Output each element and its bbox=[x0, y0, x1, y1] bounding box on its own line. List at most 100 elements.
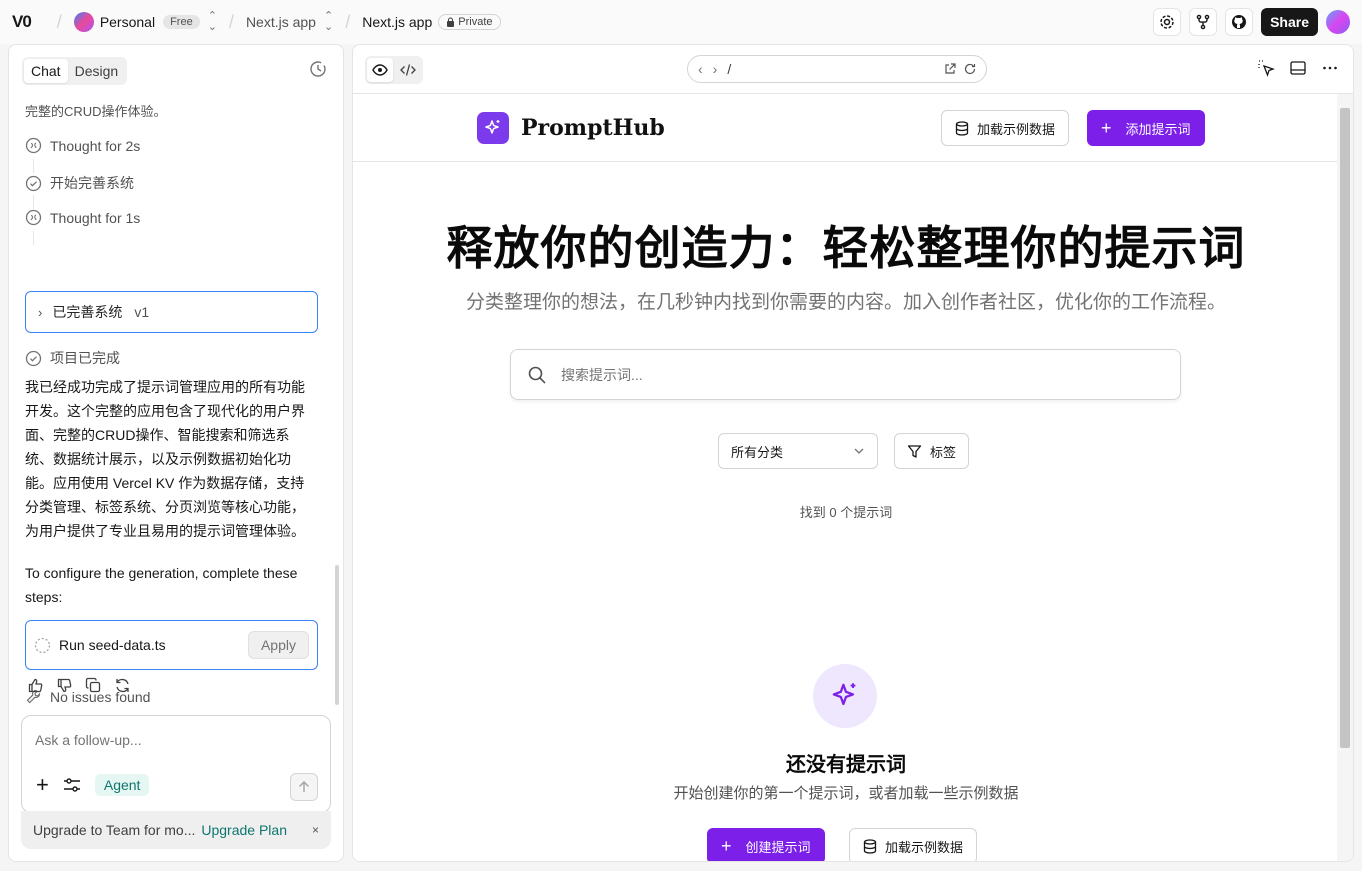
database-icon bbox=[863, 838, 877, 854]
upgrade-plan-link[interactable]: Upgrade Plan bbox=[201, 822, 287, 838]
upgrade-text: Upgrade to Team for mo... bbox=[33, 822, 196, 838]
chat-title[interactable]: Next.js app Private bbox=[362, 14, 501, 30]
scrollbar-thumb[interactable] bbox=[1340, 108, 1350, 748]
version-block-label: 已完善系统 bbox=[52, 304, 123, 320]
step-label: Thought for 1s bbox=[50, 209, 141, 226]
app-header: PromptHub 加载示例数据 + 添加提示词 bbox=[353, 94, 1339, 162]
step-start: 开始完善系统 bbox=[25, 173, 134, 193]
git-fork-icon bbox=[1196, 14, 1210, 30]
load-sample-label: 加载示例数据 bbox=[977, 121, 1056, 137]
create-prompt-label: 创建提示词 bbox=[745, 839, 811, 855]
regenerate-icon[interactable] bbox=[114, 677, 131, 694]
select-element-icon[interactable] bbox=[1257, 59, 1275, 77]
plan-badge: Free bbox=[163, 15, 200, 29]
step-thought-1s[interactable]: Thought for 1s bbox=[25, 209, 140, 226]
v0-logo[interactable]: V0 bbox=[12, 12, 32, 32]
url-path[interactable]: / bbox=[727, 61, 731, 77]
close-icon[interactable]: × bbox=[312, 823, 319, 837]
project-name: Next.js app bbox=[245, 14, 316, 30]
tab-design[interactable]: Design bbox=[68, 59, 126, 83]
divider: / bbox=[345, 11, 351, 32]
check-circle-icon bbox=[25, 350, 42, 366]
apply-button[interactable]: Apply bbox=[247, 631, 309, 659]
share-button[interactable]: Share bbox=[1261, 8, 1318, 36]
version-block[interactable]: › 已完善系统 v1 bbox=[25, 291, 318, 333]
refresh-icon[interactable] bbox=[964, 63, 976, 75]
visibility-label: Private bbox=[458, 16, 493, 28]
panel-tabs: Chat Design bbox=[22, 57, 128, 85]
add-prompt-button[interactable]: + 添加提示词 bbox=[1087, 110, 1205, 146]
code-mode-button[interactable] bbox=[395, 58, 421, 82]
arrow-up-icon bbox=[299, 781, 309, 792]
history-clock-icon bbox=[310, 61, 326, 77]
user-avatar[interactable] bbox=[1326, 10, 1350, 34]
hero-title: 释放你的创造力：轻松整理你的提示词 bbox=[446, 222, 1246, 274]
message-actions bbox=[27, 677, 131, 694]
app-preview[interactable]: PromptHub 加载示例数据 + 添加提示词 释放你的创造力：轻松整理你的提… bbox=[353, 94, 1339, 861]
agent-mode-toggle[interactable]: Agent bbox=[94, 774, 150, 796]
divider: / bbox=[56, 11, 62, 32]
chat-scrollbar[interactable] bbox=[335, 565, 339, 705]
empty-state-subtitle: 开始创建你的第一个提示词，或者加载一些示例数据 bbox=[673, 785, 1019, 802]
chevron-updown-icon: ⌃ ⌄ bbox=[323, 10, 334, 33]
divider: / bbox=[228, 11, 234, 32]
lock-icon bbox=[447, 17, 455, 27]
chat-title-text: Next.js app bbox=[362, 14, 433, 30]
category-value: 所有分类 bbox=[731, 444, 784, 460]
thumbs-up-icon[interactable] bbox=[27, 677, 44, 694]
pending-circle-icon bbox=[34, 637, 51, 653]
configure-text: To configure the generation, complete th… bbox=[25, 565, 298, 605]
project-switcher[interactable]: Next.js app ⌃ ⌄ bbox=[246, 11, 333, 33]
assistant-summary: 我已经成功完成了提示词管理应用的所有功能开发。这个完整的应用包含了现代化的用户界… bbox=[25, 379, 305, 539]
create-prompt-button[interactable]: + 创建提示词 bbox=[707, 828, 825, 861]
back-icon[interactable]: ‹ bbox=[698, 61, 703, 77]
preview-mode-button[interactable] bbox=[367, 58, 393, 82]
timeline-line bbox=[33, 231, 34, 245]
add-prompt-label: 添加提示词 bbox=[1125, 121, 1191, 137]
follow-up-input[interactable]: Ask a follow-up... bbox=[35, 732, 142, 748]
code-icon bbox=[400, 64, 416, 76]
settings-button[interactable] bbox=[1153, 8, 1182, 36]
gear-icon bbox=[1160, 15, 1174, 29]
load-sample-button[interactable]: 加载示例数据 bbox=[941, 110, 1070, 146]
app-brand[interactable]: PromptHub bbox=[477, 112, 665, 144]
tag-filter-button[interactable]: 标签 bbox=[894, 433, 970, 469]
sparkles-icon bbox=[477, 112, 509, 144]
previous-message-tail: 完整的CRUD操作体验。 bbox=[25, 104, 167, 119]
tab-chat[interactable]: Chat bbox=[24, 59, 68, 83]
workspace-switcher[interactable]: Personal Free ⌃ ⌄ bbox=[73, 11, 217, 33]
brain-icon bbox=[25, 209, 42, 226]
prompt-search-input[interactable]: 搜索提示词... bbox=[510, 349, 1181, 400]
visibility-badge[interactable]: Private bbox=[438, 14, 501, 30]
add-attachment-button[interactable]: + bbox=[36, 774, 49, 796]
thumbs-down-icon[interactable] bbox=[56, 677, 73, 694]
preview-panel: ‹ › / PromptHub 加载示例数据 + 添加提示词 释放你的创造力：轻… bbox=[352, 44, 1354, 862]
panel-layout-icon[interactable] bbox=[1289, 59, 1307, 77]
history-button[interactable] bbox=[309, 60, 327, 81]
view-toggle bbox=[365, 56, 423, 84]
external-link-icon[interactable] bbox=[944, 63, 956, 75]
step-label: 项目已完成 bbox=[50, 350, 120, 366]
github-button[interactable] bbox=[1225, 8, 1254, 36]
preview-scrollbar[interactable] bbox=[1337, 94, 1353, 861]
preview-toolbar: ‹ › / bbox=[353, 45, 1353, 94]
send-button[interactable] bbox=[290, 773, 318, 801]
sliders-icon[interactable] bbox=[63, 777, 81, 793]
brain-icon bbox=[25, 137, 42, 154]
sparkles-icon bbox=[813, 664, 877, 728]
workspace-name: Personal bbox=[99, 14, 156, 30]
more-icon[interactable] bbox=[1321, 59, 1339, 77]
category-select[interactable]: 所有分类 bbox=[718, 433, 878, 469]
copy-icon[interactable] bbox=[85, 677, 102, 694]
check-circle-icon bbox=[25, 175, 42, 191]
load-sample-button-empty[interactable]: 加载示例数据 bbox=[849, 828, 978, 861]
results-count: 找到 0 个提示词 bbox=[799, 505, 893, 520]
forward-icon[interactable]: › bbox=[713, 61, 718, 77]
chat-panel: Chat Design 完整的CRUD操作体验。 Thought for 2s … bbox=[8, 44, 344, 862]
search-icon bbox=[528, 366, 546, 384]
step-thought-2s[interactable]: Thought for 2s bbox=[25, 137, 140, 154]
fork-button[interactable] bbox=[1189, 8, 1218, 36]
version-tag: v1 bbox=[134, 304, 150, 320]
load-sample-label: 加载示例数据 bbox=[885, 839, 964, 855]
chat-messages[interactable]: 完整的CRUD操作体验。 Thought for 2s 开始完善系统 Thoug… bbox=[9, 95, 343, 705]
